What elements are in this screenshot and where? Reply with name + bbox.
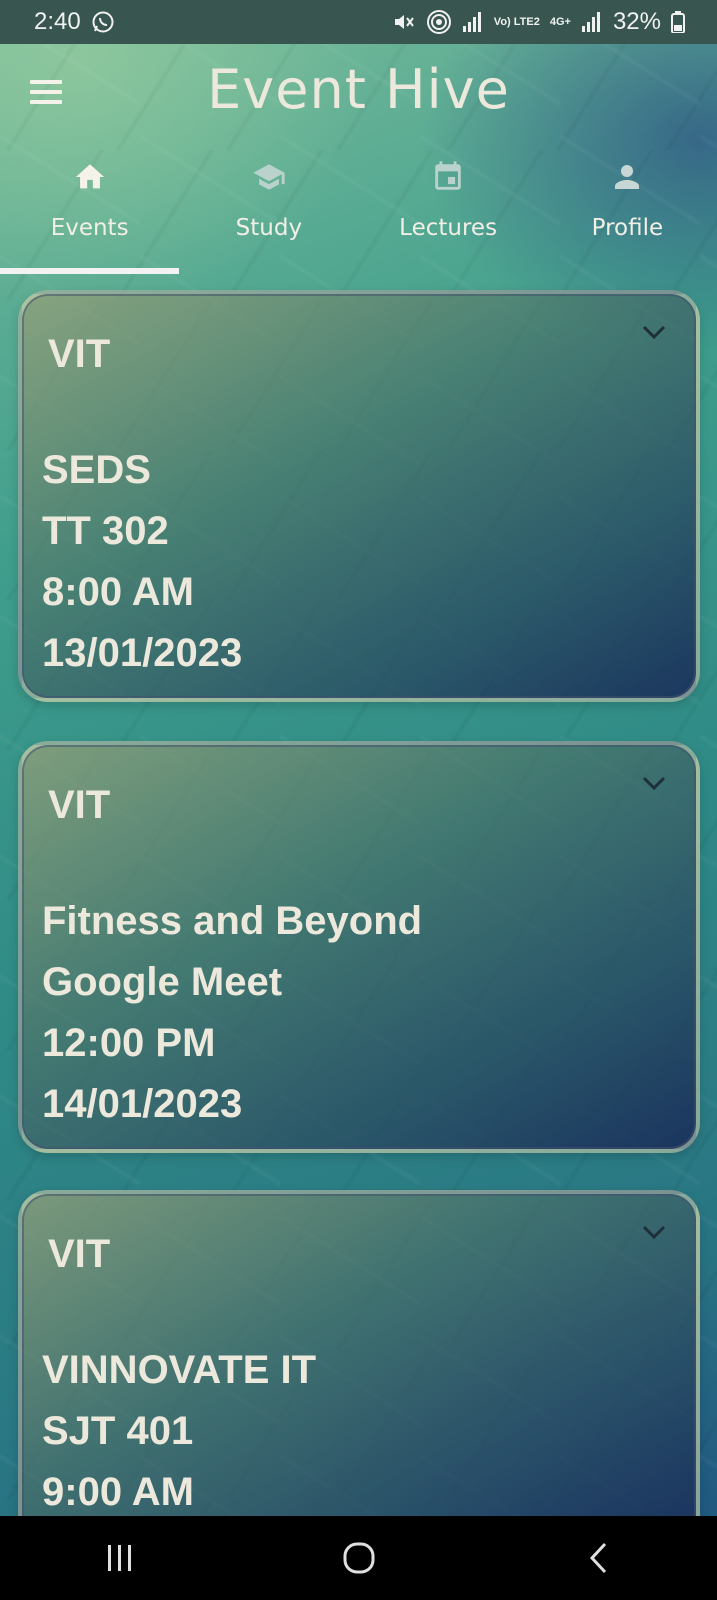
app-header: Event Hive Events Study Lectures Profile <box>0 44 717 274</box>
home-button[interactable] <box>299 1528 419 1588</box>
mute-icon <box>392 10 416 34</box>
signal-icon-2 <box>581 12 603 32</box>
hotspot-icon <box>426 10 452 34</box>
tab-study[interactable]: Study <box>179 149 358 274</box>
status-bar: 2:40 Vo) LTE2 4G+ 32% <box>0 0 717 44</box>
event-details: Fitness and Beyond Google Meet 12:00 PM … <box>42 891 422 1135</box>
event-org: VIT <box>48 332 111 376</box>
event-details: VINNOVATE IT SJT 401 9:00 AM <box>42 1340 316 1523</box>
event-time: 8:00 AM <box>42 570 194 614</box>
tab-label: Events <box>50 215 129 241</box>
tab-profile[interactable]: Profile <box>538 149 717 274</box>
whatsapp-icon <box>91 10 115 34</box>
back-button[interactable] <box>538 1528 658 1588</box>
event-org: VIT <box>48 783 111 827</box>
event-venue: Google Meet <box>42 960 283 1004</box>
calendar-event-icon <box>431 153 465 201</box>
event-date: 13/01/2023 <box>42 631 243 675</box>
event-card[interactable]: VIT VINNOVATE IT SJT 401 9:00 AM <box>18 1190 700 1550</box>
system-nav-bar <box>0 1516 717 1600</box>
chevron-down-icon[interactable] <box>642 775 666 796</box>
event-date: 14/01/2023 <box>42 1082 243 1126</box>
event-venue: SJT 401 <box>42 1409 194 1453</box>
signal-icon <box>462 12 484 32</box>
tab-label: Profile <box>591 215 664 241</box>
chevron-down-icon[interactable] <box>642 324 666 345</box>
chevron-down-icon[interactable] <box>642 1224 666 1245</box>
tab-label: Study <box>235 215 303 241</box>
battery-percent: 32% <box>612 8 661 35</box>
event-time: 9:00 AM <box>42 1470 194 1514</box>
home-icon <box>73 153 107 201</box>
event-name: VINNOVATE IT <box>42 1348 317 1392</box>
person-icon <box>609 153 645 201</box>
event-name: Fitness and Beyond <box>42 899 423 943</box>
tab-events[interactable]: Events <box>0 149 180 274</box>
event-card[interactable]: VIT SEDS TT 302 8:00 AM 13/01/2023 <box>18 290 700 702</box>
event-card[interactable]: VIT Fitness and Beyond Google Meet 12:00… <box>18 741 700 1153</box>
network-label: Vo) LTE2 <box>493 15 540 28</box>
tab-lectures[interactable]: Lectures <box>359 149 538 274</box>
event-details: SEDS TT 302 8:00 AM 13/01/2023 <box>42 440 242 684</box>
graduation-cap-icon <box>249 153 289 201</box>
recent-apps-button[interactable] <box>60 1528 180 1588</box>
battery-icon <box>671 11 685 33</box>
event-org: VIT <box>48 1232 111 1276</box>
event-name: SEDS <box>42 448 151 492</box>
event-venue: TT 302 <box>42 509 169 553</box>
event-time: 12:00 PM <box>42 1021 216 1065</box>
tab-label: Lectures <box>399 215 498 241</box>
tab-bar: Events Study Lectures Profile <box>0 149 717 274</box>
network-type: 4G+ <box>549 16 571 28</box>
app-title: Event Hive <box>207 58 510 121</box>
status-time: 2:40 <box>34 8 81 35</box>
